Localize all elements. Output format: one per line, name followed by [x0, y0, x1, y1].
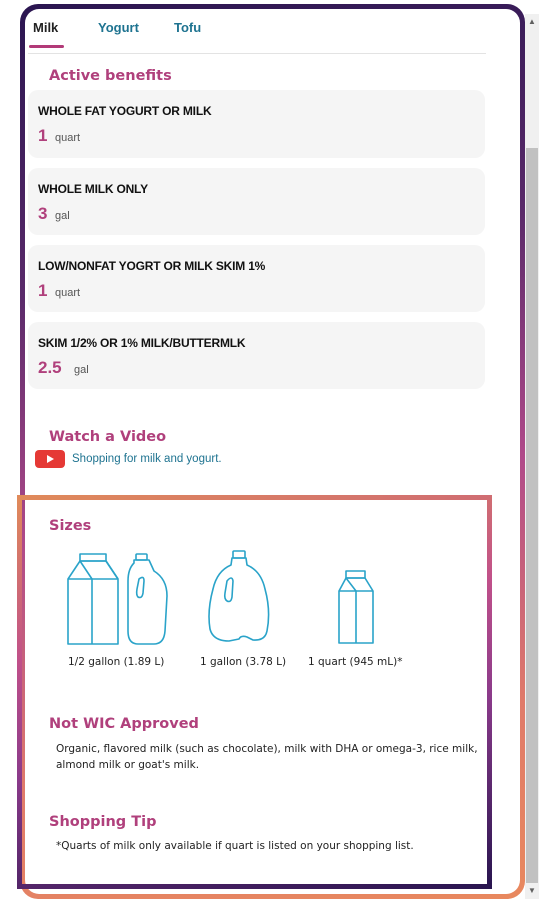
benefit-amount: 2.5 [38, 358, 62, 377]
half-gallon-carton-and-jug-icon [67, 553, 168, 645]
gallon-jug-icon [208, 550, 270, 642]
benefit-amount: 3 [38, 204, 48, 223]
benefit-unit: gal [74, 364, 89, 376]
quart-carton-icon [338, 570, 374, 644]
scrollbar[interactable]: ▲ ▼ [525, 14, 539, 899]
tab-bar: Milk Yogurt Tofu [28, 16, 486, 54]
benefit-unit: gal [55, 210, 70, 222]
benefit-card: WHOLE MILK ONLY 3 gal [28, 168, 485, 235]
benefit-name: SKIM 1/2% OR 1% MILK/BUTTERMLK [38, 336, 246, 350]
benefit-amount: 1 [38, 126, 48, 145]
benefit-card: SKIM 1/2% OR 1% MILK/BUTTERMLK 2.5 gal [28, 322, 485, 389]
scrollbar-thumb[interactable] [526, 148, 538, 883]
benefit-name: LOW/NONFAT YOGRT OR MILK SKIM 1% [38, 259, 266, 273]
not-approved-text: Organic, flavored milk (such as chocolat… [56, 743, 478, 771]
benefit-unit: quart [55, 287, 81, 299]
video-link[interactable]: Shopping for milk and yogurt. [72, 453, 222, 465]
size-label: 1/2 gallon (1.89 L) [68, 656, 165, 668]
size-label: 1 gallon (3.78 L) [200, 656, 287, 668]
scroll-down-arrow-icon[interactable]: ▼ [525, 883, 539, 899]
benefit-unit: quart [55, 132, 81, 144]
benefit-name: WHOLE MILK ONLY [38, 182, 148, 196]
benefit-name: WHOLE FAT YOGURT OR MILK [38, 104, 212, 118]
scroll-up-arrow-icon[interactable]: ▲ [525, 14, 539, 30]
benefit-card: WHOLE FAT YOGURT OR MILK 1 quart [28, 90, 485, 158]
tab-tofu[interactable]: Tofu [174, 20, 201, 35]
shopping-tip-heading: Shopping Tip [49, 814, 157, 830]
sizes-heading: Sizes [49, 518, 92, 534]
youtube-play-icon[interactable] [34, 450, 66, 468]
watch-video-heading: Watch a Video [49, 429, 167, 445]
shopping-tip-text: *Quarts of milk only available if quart … [56, 840, 414, 852]
size-label: 1 quart (945 mL)* [308, 656, 403, 668]
benefit-amount: 1 [38, 281, 48, 300]
tab-milk[interactable]: Milk [28, 20, 65, 48]
benefit-card: LOW/NONFAT YOGRT OR MILK SKIM 1% 1 quart [28, 245, 485, 312]
tab-yogurt[interactable]: Yogurt [98, 20, 139, 35]
not-approved-heading: Not WIC Approved [49, 716, 199, 732]
active-benefits-heading: Active benefits [49, 68, 172, 84]
